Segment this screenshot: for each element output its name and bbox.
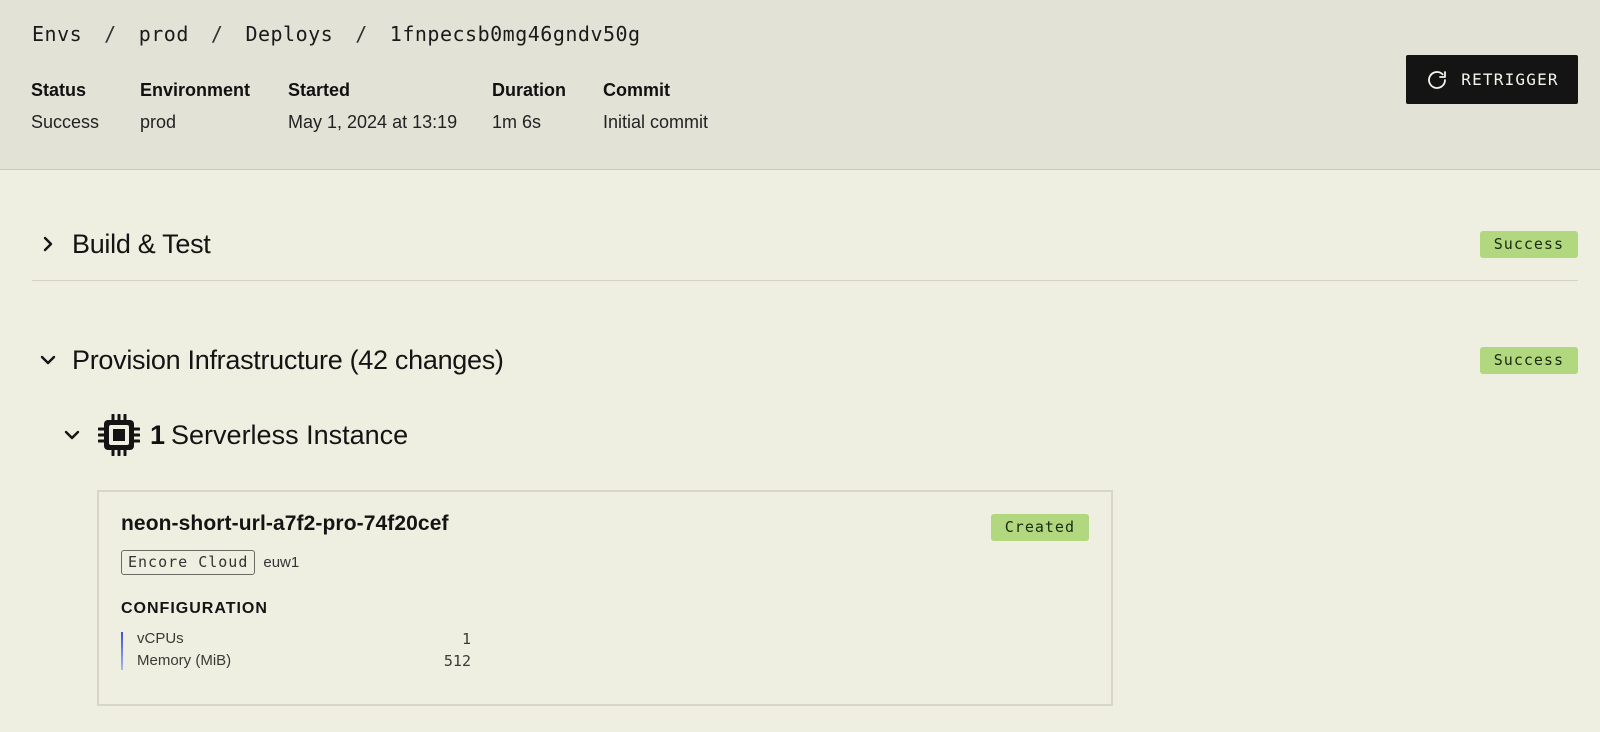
breadcrumb-envs[interactable]: Envs [32, 22, 82, 46]
breadcrumb-deploys[interactable]: Deploys [245, 22, 333, 46]
section-provision-title: Provision Infrastructure (42 changes) [72, 344, 504, 375]
breadcrumb-separator: / [210, 22, 224, 46]
resource-card: neon-short-url-a7f2-pro-74f20cef Created… [97, 490, 1113, 706]
breadcrumb-separator: / [104, 22, 117, 46]
resource-name: neon-short-url-a7f2-pro-74f20cef [121, 512, 449, 535]
meta-environment: Environment prod [140, 78, 250, 134]
refresh-icon [1428, 70, 1447, 89]
group-title: Serverless Instance [171, 419, 409, 450]
meta-duration-value: 1m 6s [492, 112, 542, 132]
group-count: 1 [150, 419, 166, 450]
meta-commit: Commit Initial commit [603, 78, 708, 134]
config-key: vCPUs [137, 630, 184, 647]
status-badge: Success [1479, 231, 1578, 258]
section-build-test-header[interactable]: Build & Test [32, 220, 1578, 268]
breadcrumb: Envs / prod / Deploys / 1fnpecsb0mg46gnd… [32, 22, 641, 46]
meta-status-value: Success [31, 112, 100, 132]
section-divider [32, 280, 1578, 281]
section-build-test: Build & Test Success [32, 220, 1578, 281]
chevron-right-icon[interactable] [32, 228, 64, 260]
meta-started-value: May 1, 2024 at 13:19 [288, 112, 458, 132]
cpu-icon [98, 414, 140, 456]
chevron-down-icon[interactable] [56, 419, 88, 451]
breadcrumb-deploy-id: 1fnpecsb0mg46gndv50g [389, 22, 641, 46]
meta-duration: Duration 1m 6s [492, 78, 566, 134]
chevron-down-icon[interactable] [32, 344, 64, 376]
meta-commit-label: Commit [603, 80, 670, 100]
configuration-list: vCPUs 1 Memory (MiB) 512 [121, 630, 471, 674]
meta-status: Status Success [31, 78, 99, 134]
meta-status-label: Status [31, 80, 87, 100]
section-provision: Provision Infrastructure (42 changes) Su… [32, 336, 1578, 384]
status-badge: Success [1479, 347, 1578, 374]
region-label: euw1 [263, 554, 300, 571]
meta-duration-label: Duration [492, 80, 566, 100]
retrigger-label: RETRIGGER [1461, 70, 1559, 89]
meta-environment-label: Environment [140, 80, 251, 100]
meta-environment-value: prod [140, 112, 177, 132]
group-serverless-header[interactable]: 1 Serverless Instance [56, 410, 408, 460]
meta-commit-value[interactable]: Initial commit [603, 110, 708, 134]
config-accent-bar [121, 632, 123, 670]
status-badge: Created [990, 514, 1089, 541]
config-value: 1 [461, 630, 471, 648]
meta-started: Started May 1, 2024 at 13:19 [288, 78, 457, 134]
config-row-vcpus: vCPUs 1 [137, 630, 471, 650]
provider-tag: Encore Cloud [121, 550, 256, 575]
config-key: Memory (MiB) [137, 652, 232, 669]
breadcrumb-separator: / [355, 22, 368, 46]
meta-started-label: Started [288, 80, 351, 100]
provider-row: Encore Cloud euw1 [121, 550, 299, 575]
section-provision-header[interactable]: Provision Infrastructure (42 changes) [32, 336, 1578, 384]
config-value: 512 [443, 652, 471, 670]
deploy-header: Envs / prod / Deploys / 1fnpecsb0mg46gnd… [0, 0, 1600, 170]
config-row-memory: Memory (MiB) 512 [137, 652, 471, 672]
section-build-test-title: Build & Test [72, 228, 211, 259]
configuration-heading: CONFIGURATION [121, 600, 268, 617]
retrigger-button[interactable]: RETRIGGER [1406, 55, 1578, 104]
breadcrumb-prod[interactable]: prod [139, 22, 189, 46]
